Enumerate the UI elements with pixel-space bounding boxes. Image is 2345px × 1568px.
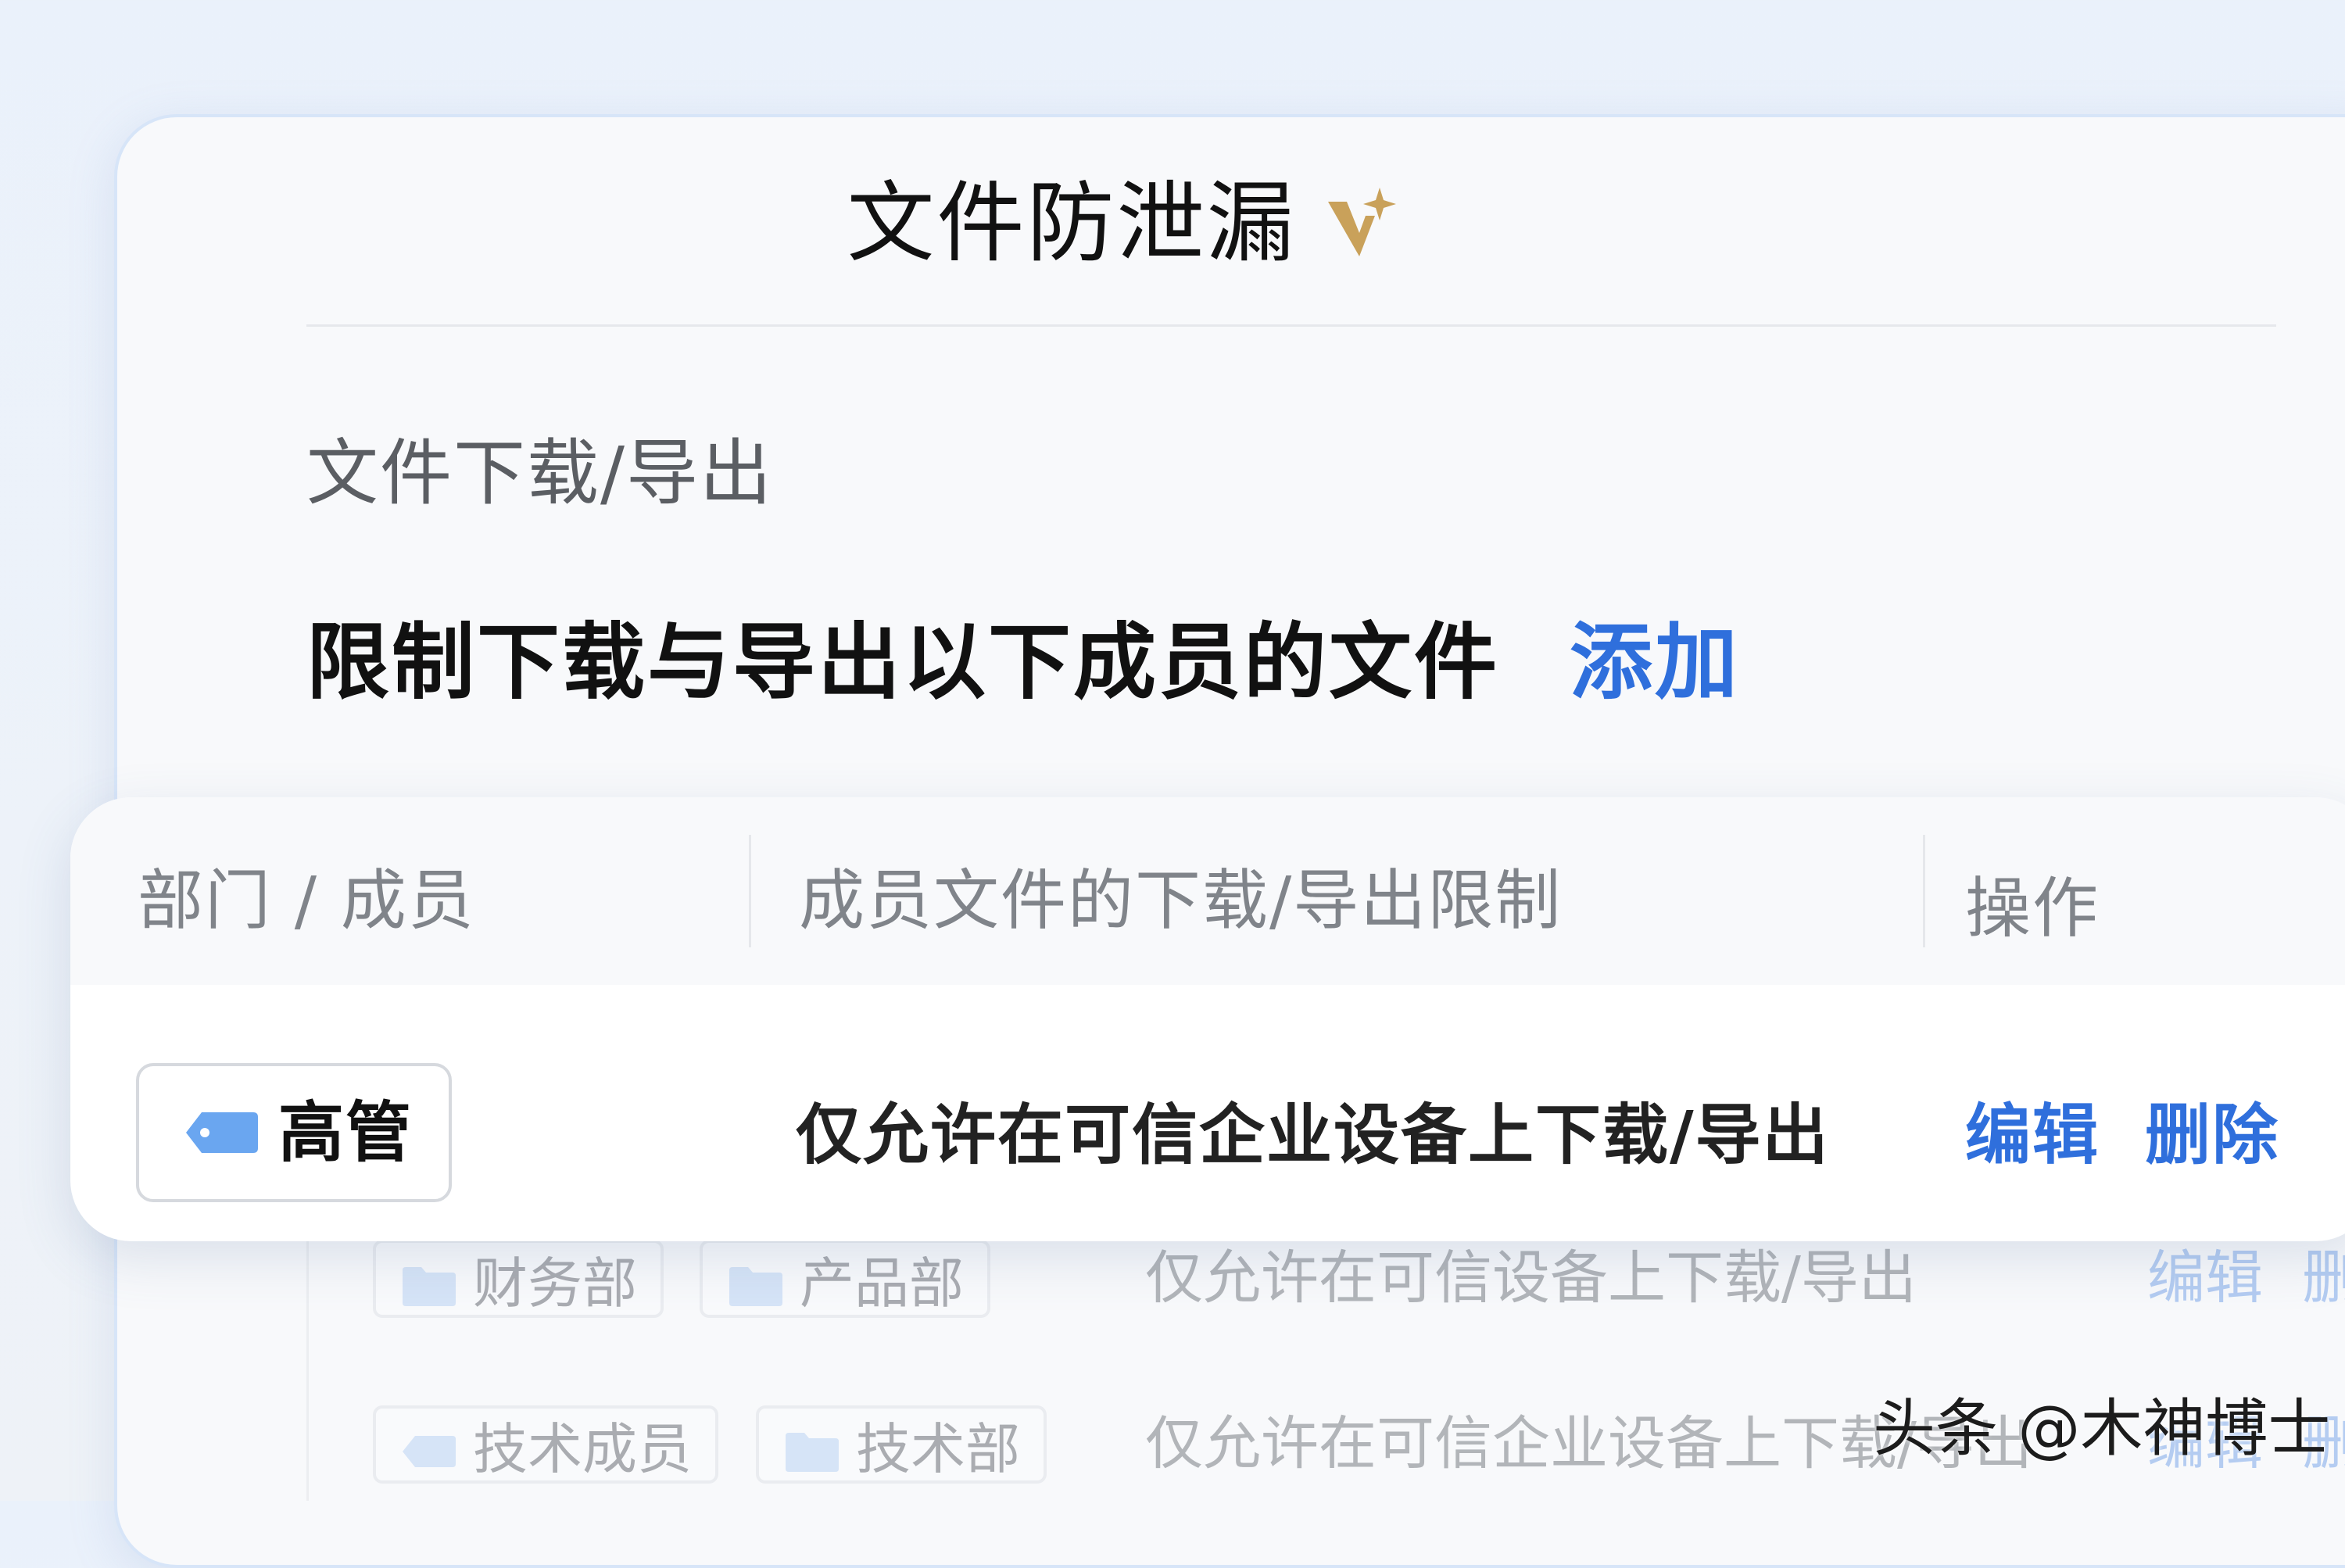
title-row: 文件防泄漏 bbox=[0, 180, 2297, 267]
sparkle-v-icon bbox=[1323, 184, 1402, 263]
folder-icon bbox=[401, 1257, 457, 1306]
tag-icon bbox=[184, 1106, 260, 1159]
column-divider bbox=[749, 835, 751, 947]
edit-button[interactable]: 编辑 bbox=[2147, 1249, 2263, 1307]
header-actions: 操作 bbox=[1965, 870, 2100, 947]
page-title: 文件防泄漏 bbox=[847, 173, 1297, 274]
column-divider bbox=[1923, 835, 1925, 947]
row-limit-text: 仅允许在可信设备上下载/导出 bbox=[1145, 1244, 1917, 1312]
department-chip[interactable]: 财务部 bbox=[373, 1240, 664, 1318]
row-actions: 编辑 删除 bbox=[1965, 1102, 2279, 1168]
restriction-table: 部门 / 成员 成员文件的下载/导出限制 操作 高管 仅允许在可信企业设备上下载… bbox=[70, 797, 2345, 1241]
watermark-text: 头条 @木神博士 bbox=[1873, 1392, 2331, 1465]
header-department-member: 部门 / 成员 bbox=[138, 862, 475, 939]
chip-label: 技术部 bbox=[856, 1416, 1020, 1481]
table-row: 财务部 产品部 仅允许在可信设备上下载/导出 编辑 删 bbox=[309, 1240, 2345, 1326]
delete-button[interactable]: 删除 bbox=[2145, 1102, 2279, 1168]
title-divider bbox=[306, 324, 2276, 327]
edit-button[interactable]: 编辑 bbox=[1965, 1102, 2100, 1168]
tag-icon bbox=[401, 1423, 457, 1467]
table-row: 高管 仅允许在可信企业设备上下载/导出 编辑 删除 bbox=[70, 985, 2345, 1241]
folder-icon bbox=[784, 1423, 840, 1472]
delete-button[interactable]: 删 bbox=[2302, 1249, 2345, 1307]
add-button[interactable]: 添加 bbox=[1570, 621, 1740, 704]
section-title: 文件下载/导出 bbox=[306, 431, 773, 515]
department-chip[interactable]: 技术部 bbox=[756, 1405, 1047, 1484]
folder-icon bbox=[728, 1257, 784, 1306]
chip-label: 技术成员 bbox=[473, 1416, 692, 1481]
member-chip[interactable]: 技术成员 bbox=[373, 1405, 718, 1484]
rule-description: 限制下载与导出以下成员的文件 bbox=[306, 614, 1499, 711]
table-header: 部门 / 成员 成员文件的下载/导出限制 操作 bbox=[70, 797, 2345, 985]
rule-row: 限制下载与导出以下成员的文件 添加 bbox=[306, 621, 1740, 704]
row-actions: 编辑 删 bbox=[2147, 1249, 2345, 1307]
tag-label: 高管 bbox=[278, 1094, 414, 1171]
member-tag-chip[interactable]: 高管 bbox=[136, 1063, 452, 1202]
chip-label: 产品部 bbox=[800, 1251, 964, 1316]
row-limit-text: 仅允许在可信企业设备上下载/导出 bbox=[796, 1097, 1830, 1173]
header-restriction: 成员文件的下载/导出限制 bbox=[799, 862, 1563, 939]
department-chip[interactable]: 产品部 bbox=[700, 1240, 990, 1318]
chip-label: 财务部 bbox=[473, 1251, 637, 1316]
